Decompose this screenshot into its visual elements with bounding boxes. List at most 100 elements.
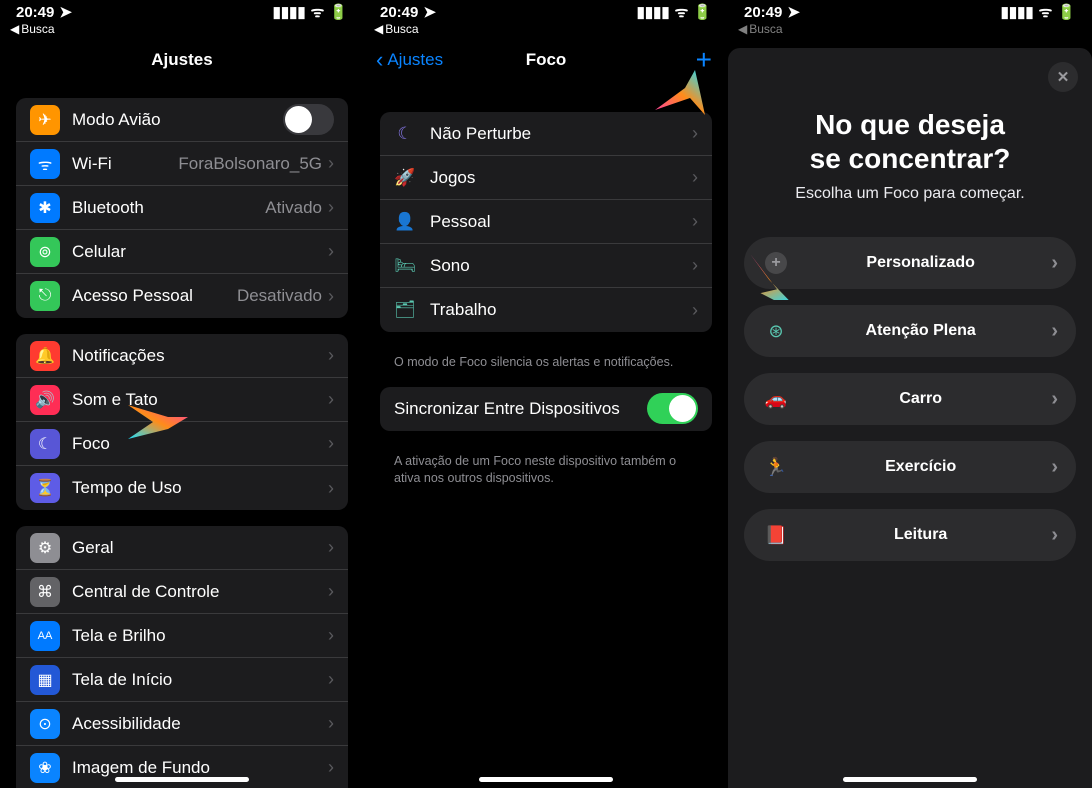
settings-row[interactable]: 🔔Notificações› bbox=[16, 334, 348, 378]
focus-choice[interactable]: 🚗Carro› bbox=[744, 373, 1076, 425]
row-icon: ⊚ bbox=[30, 237, 60, 267]
plus-icon: + bbox=[696, 44, 712, 75]
chevron-right-icon: › bbox=[1051, 252, 1058, 275]
settings-row[interactable]: ✈Modo Avião bbox=[16, 98, 348, 142]
focus-label: Jogos bbox=[430, 168, 692, 188]
focus-picker-sheet: ✕ No que deseja se concentrar? Escolha u… bbox=[728, 48, 1092, 788]
row-label: Geral bbox=[72, 538, 328, 558]
close-icon: ✕ bbox=[1057, 68, 1070, 86]
settings-row[interactable]: ᯤWi-FiForaBolsonaro_5G› bbox=[16, 142, 348, 186]
choice-label: Personalizado bbox=[790, 254, 1051, 272]
sheet-subtitle: Escolha um Foco para começar. bbox=[744, 185, 1076, 203]
focus-icon: 🗂 bbox=[394, 300, 416, 320]
focus-icon: 🛏 bbox=[394, 256, 416, 276]
chevron-right-icon: › bbox=[328, 478, 334, 499]
wifi-icon: ᯤ bbox=[311, 2, 325, 22]
row-label: Tela e Brilho bbox=[72, 626, 328, 646]
status-time: 20:49 bbox=[744, 4, 782, 21]
chevron-right-icon: › bbox=[328, 625, 334, 646]
breadcrumb-label: Busca bbox=[749, 22, 782, 36]
choice-label: Exercício bbox=[790, 458, 1051, 476]
chevron-right-icon: › bbox=[328, 241, 334, 262]
settings-row[interactable]: ⊙Acessibilidade› bbox=[16, 702, 348, 746]
focus-icon: ☾ bbox=[394, 124, 416, 144]
add-button[interactable]: + bbox=[696, 46, 712, 74]
row-icon: ▦ bbox=[30, 665, 60, 695]
settings-row[interactable]: AATela e Brilho› bbox=[16, 614, 348, 658]
row-icon: ⚙ bbox=[30, 533, 60, 563]
focus-icon: 👤 bbox=[394, 212, 416, 232]
sheet-title: No que deseja se concentrar? bbox=[744, 108, 1076, 175]
breadcrumb[interactable]: ◀ Busca bbox=[728, 20, 1092, 38]
row-toggle[interactable] bbox=[283, 104, 334, 135]
focus-choice[interactable]: +Personalizado› bbox=[744, 237, 1076, 289]
breadcrumb[interactable]: ◀ Busca bbox=[0, 20, 364, 38]
back-button[interactable]: ‹ Ajustes bbox=[376, 47, 443, 73]
settings-row[interactable]: ☾Foco› bbox=[16, 422, 348, 466]
sync-row[interactable]: Sincronizar Entre Dispositivos bbox=[380, 387, 712, 431]
focus-row[interactable]: 🚀Jogos› bbox=[380, 156, 712, 200]
choice-icon: ⊛ bbox=[762, 321, 790, 342]
close-button[interactable]: ✕ bbox=[1048, 62, 1078, 92]
row-value: Desativado bbox=[237, 286, 322, 306]
focus-row[interactable]: 🛏Sono› bbox=[380, 244, 712, 288]
chevron-right-icon: › bbox=[328, 389, 334, 410]
sync-label: Sincronizar Entre Dispositivos bbox=[394, 399, 647, 419]
focus-row[interactable]: 👤Pessoal› bbox=[380, 200, 712, 244]
settings-row[interactable]: ⎋Acesso PessoalDesativado› bbox=[16, 274, 348, 318]
home-indicator bbox=[843, 777, 977, 782]
row-icon: ⊙ bbox=[30, 709, 60, 739]
settings-row[interactable]: 🔊Som e Tato› bbox=[16, 378, 348, 422]
status-time: 20:49 bbox=[380, 4, 418, 21]
settings-row[interactable]: ⊚Celular› bbox=[16, 230, 348, 274]
focus-choice[interactable]: 📕Leitura› bbox=[744, 509, 1076, 561]
phone-focus-picker: 20:49 ➤ ▮▮▮▮ ᯤ 🔋 ◀ Busca ✕ No que deseja… bbox=[728, 0, 1092, 788]
battery-icon: 🔋 bbox=[1057, 3, 1076, 21]
settings-row[interactable]: ⌘Central de Controle› bbox=[16, 570, 348, 614]
row-label: Bluetooth bbox=[72, 198, 265, 218]
chevron-right-icon: › bbox=[692, 300, 698, 321]
sync-toggle[interactable] bbox=[647, 393, 698, 424]
focus-row[interactable]: ☾ Não Perturbe› bbox=[380, 112, 712, 156]
focus-choice[interactable]: ⊛Atenção Plena› bbox=[744, 305, 1076, 357]
row-value: ForaBolsonaro_5G bbox=[178, 154, 322, 174]
choice-icon: + bbox=[762, 252, 790, 274]
sync-group: Sincronizar Entre Dispositivos bbox=[380, 387, 712, 431]
focus-label: Pessoal bbox=[430, 212, 692, 232]
settings-row[interactable]: ⏳Tempo de Uso› bbox=[16, 466, 348, 510]
focus-row[interactable]: 🗂 Trabalho› bbox=[380, 288, 712, 332]
chevron-right-icon: › bbox=[1051, 320, 1058, 343]
chevron-right-icon: › bbox=[328, 537, 334, 558]
chevron-left-icon: ◀ bbox=[738, 22, 747, 36]
title-line: se concentrar? bbox=[810, 143, 1011, 174]
chevron-right-icon: › bbox=[1051, 388, 1058, 411]
settings-row[interactable]: ✱BluetoothAtivado› bbox=[16, 186, 348, 230]
row-icon: ⌘ bbox=[30, 577, 60, 607]
breadcrumb[interactable]: ◀ Busca bbox=[364, 20, 728, 38]
focus-label: Não Perturbe bbox=[430, 124, 692, 144]
row-icon: 🔊 bbox=[30, 385, 60, 415]
choice-label: Leitura bbox=[790, 526, 1051, 544]
chevron-right-icon: › bbox=[328, 153, 334, 174]
choice-icon: 🏃 bbox=[762, 457, 790, 478]
status-icons: ▮▮▮▮ ᯤ 🔋 bbox=[637, 2, 712, 22]
status-time: 20:49 bbox=[16, 4, 54, 21]
footer-note: A ativação de um Foco neste dispositivo … bbox=[380, 447, 712, 487]
settings-group-notifications: 🔔Notificações›🔊Som e Tato›☾Foco›⏳Tempo d… bbox=[16, 334, 348, 510]
choice-label: Atenção Plena bbox=[790, 322, 1051, 340]
chevron-right-icon: › bbox=[328, 197, 334, 218]
nav-bar: ‹ Ajustes Foco + bbox=[364, 38, 728, 82]
chevron-right-icon: › bbox=[692, 123, 698, 144]
chevron-right-icon: › bbox=[692, 255, 698, 276]
settings-row[interactable]: ⚙ Geral› bbox=[16, 526, 348, 570]
status-icons: ▮▮▮▮ ᯤ 🔋 bbox=[273, 2, 348, 22]
back-label: Ajustes bbox=[387, 50, 443, 70]
chevron-right-icon: › bbox=[328, 757, 334, 778]
chevron-right-icon: › bbox=[1051, 524, 1058, 547]
focus-label: Trabalho bbox=[430, 300, 692, 320]
page-title: Foco bbox=[526, 50, 567, 70]
focus-choice[interactable]: 🏃Exercício› bbox=[744, 441, 1076, 493]
row-icon: ᯤ bbox=[30, 149, 60, 179]
settings-row[interactable]: ▦Tela de Início› bbox=[16, 658, 348, 702]
row-icon: ⏳ bbox=[30, 473, 60, 503]
